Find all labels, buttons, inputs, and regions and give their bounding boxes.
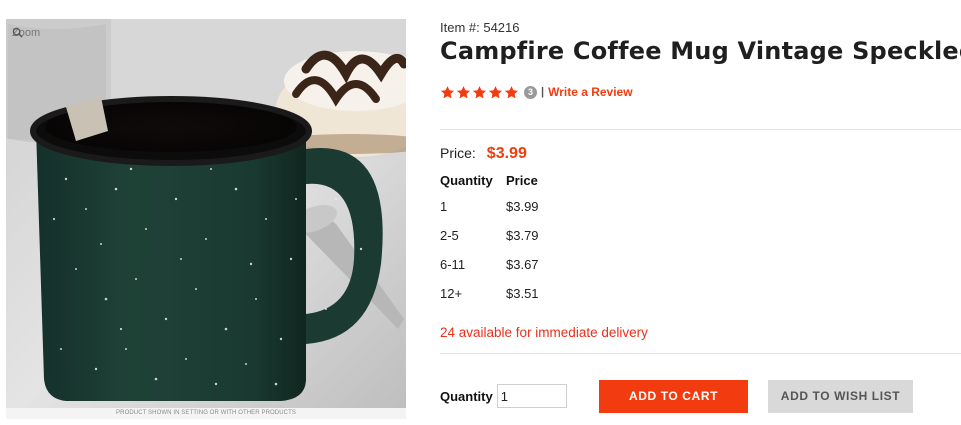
- table-row: 12+ $3.51: [440, 279, 539, 308]
- quantity-label: Quantity: [440, 388, 493, 404]
- quantity-price-table: Quantity Price 1 $3.99 2-5 $3.79 6-11 $3…: [440, 168, 539, 308]
- tier-quantity: 1: [440, 199, 448, 214]
- price-label: Price:: [440, 145, 476, 161]
- tier-quantity: 6-11: [440, 257, 466, 272]
- table-header-row: Quantity Price: [440, 168, 539, 192]
- quantity-row: Quantity: [440, 381, 567, 411]
- column-header-quantity: Quantity: [440, 172, 493, 188]
- rating-stars: [440, 85, 519, 100]
- column-header-price: Price: [506, 172, 538, 188]
- price-value: $3.99: [486, 145, 527, 162]
- star-icon: [505, 85, 518, 98]
- table-row: 6-11 $3.67: [440, 250, 539, 279]
- tier-price: $3.67: [506, 257, 539, 272]
- image-disclaimer: PRODUCT SHOWN IN SETTING OR WITH OTHER P…: [6, 408, 406, 419]
- quantity-input[interactable]: [496, 384, 567, 408]
- tier-price: $3.79: [506, 228, 539, 243]
- rating-row: 3 | Write a Review: [440, 84, 633, 100]
- item-number: Item #: 54216: [440, 20, 520, 35]
- product-title: Campfire Coffee Mug Vintage Speckled: [440, 37, 961, 65]
- magnifier-icon: [12, 27, 23, 38]
- star-icon: [473, 85, 486, 98]
- tier-price: $3.99: [506, 199, 539, 214]
- divider: [440, 353, 961, 354]
- mug-photo: [6, 19, 406, 419]
- star-icon: [457, 85, 470, 98]
- add-to-wishlist-button[interactable]: ADD TO WISH LIST: [768, 380, 913, 413]
- review-count-badge[interactable]: 3: [524, 85, 537, 99]
- availability-status: 24 available for immediate delivery: [440, 325, 648, 340]
- add-to-cart-button[interactable]: ADD TO CART: [599, 380, 748, 413]
- tier-quantity: 2-5: [440, 228, 459, 243]
- product-image[interactable]: Zoom PRODUCT SHOWN IN SETTING OR WITH OT…: [6, 19, 406, 419]
- star-icon: [489, 85, 502, 98]
- price-line: Price: $3.99: [440, 145, 527, 163]
- rating-separator: |: [541, 86, 545, 98]
- table-row: 1 $3.99: [440, 192, 539, 221]
- zoom-control[interactable]: Zoom: [12, 27, 40, 39]
- table-row: 2-5 $3.79: [440, 221, 539, 250]
- tier-quantity: 12+: [440, 286, 463, 301]
- write-review-link[interactable]: Write a Review: [548, 85, 632, 99]
- divider: [440, 129, 961, 130]
- tier-price: $3.51: [506, 286, 539, 301]
- star-icon: [441, 85, 454, 98]
